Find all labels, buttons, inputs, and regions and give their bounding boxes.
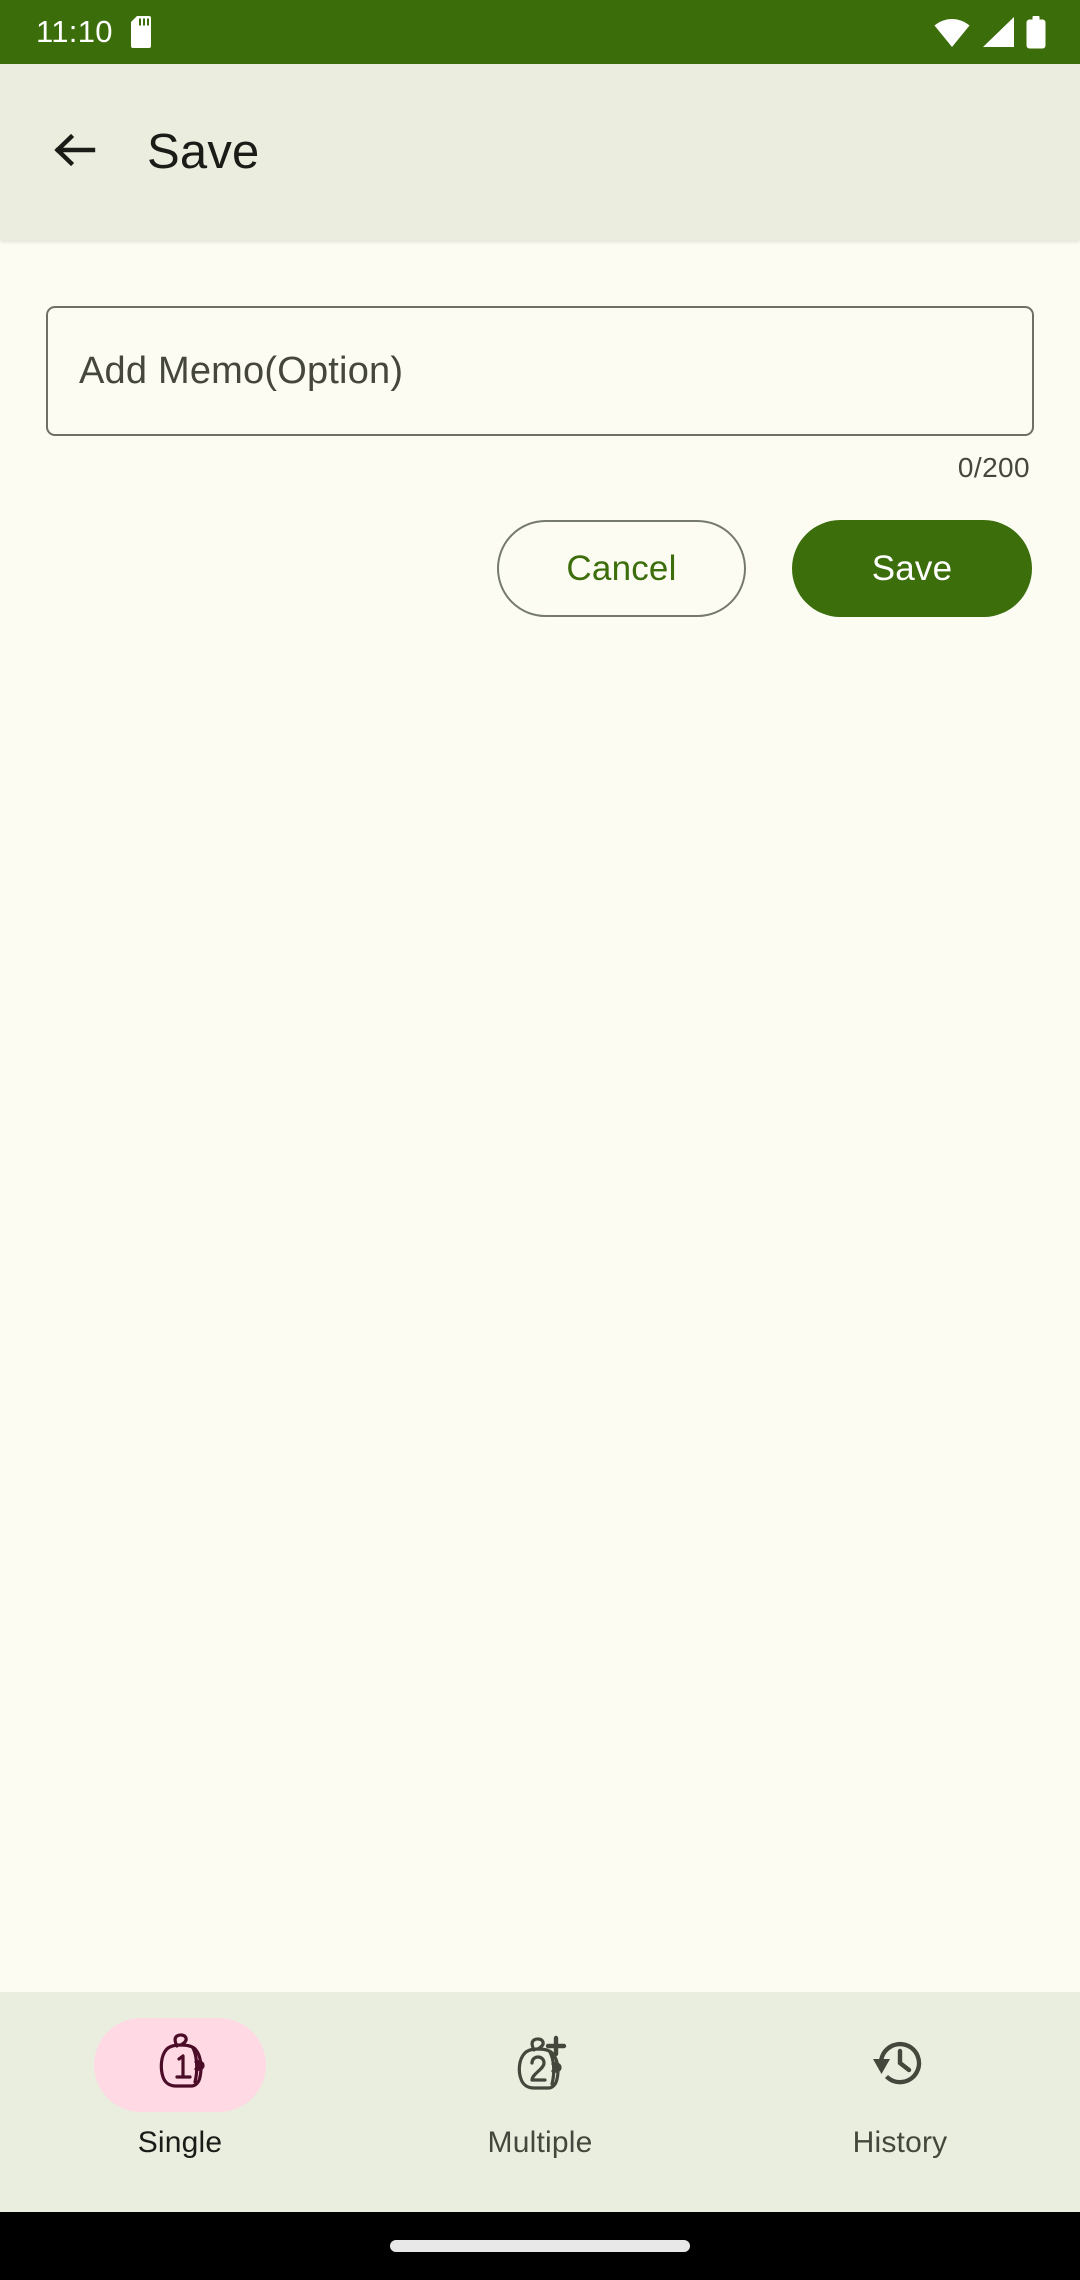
status-bar-left: 11:10 — [36, 14, 155, 50]
app-bar: Save — [0, 64, 1080, 240]
back-button[interactable] — [34, 112, 114, 192]
status-bar-right — [934, 15, 1046, 49]
status-bar: 11:10 — [0, 0, 1080, 64]
status-bar-clock: 11:10 — [36, 14, 113, 49]
save-button[interactable]: Save — [792, 520, 1032, 617]
nav-item-single-pill — [94, 2018, 266, 2112]
battery-icon — [1026, 15, 1046, 49]
home-gesture-handle[interactable] — [390, 2240, 690, 2252]
character-counter: 0/200 — [957, 452, 1030, 483]
page-title: Save — [147, 125, 260, 179]
tag-one-icon — [149, 2032, 211, 2099]
nav-item-multiple[interactable]: Multiple — [360, 2018, 720, 2160]
sd-card-icon — [130, 16, 155, 48]
memo-input[interactable]: Add Memo(Option) — [46, 306, 1034, 436]
phone-screen: 11:10 Save Add Memo(Option) 0/200 Cancel… — [0, 0, 1080, 2280]
nav-item-history-label: History — [852, 2126, 948, 2159]
nav-item-single-label: Single — [137, 2126, 223, 2159]
nav-item-single[interactable]: Single — [0, 2018, 360, 2160]
tag-two-plus-icon — [509, 2032, 571, 2099]
cellular-signal-icon — [981, 16, 1015, 48]
cancel-button[interactable]: Cancel — [497, 520, 746, 617]
nav-item-history-pill — [814, 2018, 986, 2112]
nav-item-multiple-label: Multiple — [487, 2126, 593, 2159]
nav-item-multiple-pill — [454, 2018, 626, 2112]
memo-input-placeholder: Add Memo(Option) — [79, 349, 404, 392]
nav-item-history[interactable]: History — [720, 2018, 1080, 2160]
gesture-navigation-bar — [0, 2212, 1080, 2280]
history-clock-icon — [870, 2033, 930, 2098]
bottom-navigation: Single Multiple History — [0, 1992, 1080, 2212]
back-arrow-icon — [51, 127, 97, 178]
action-buttons: Cancel Save — [46, 520, 1034, 617]
main-content: Add Memo(Option) 0/200 Cancel Save — [0, 240, 1080, 1992]
wifi-icon — [934, 16, 970, 48]
